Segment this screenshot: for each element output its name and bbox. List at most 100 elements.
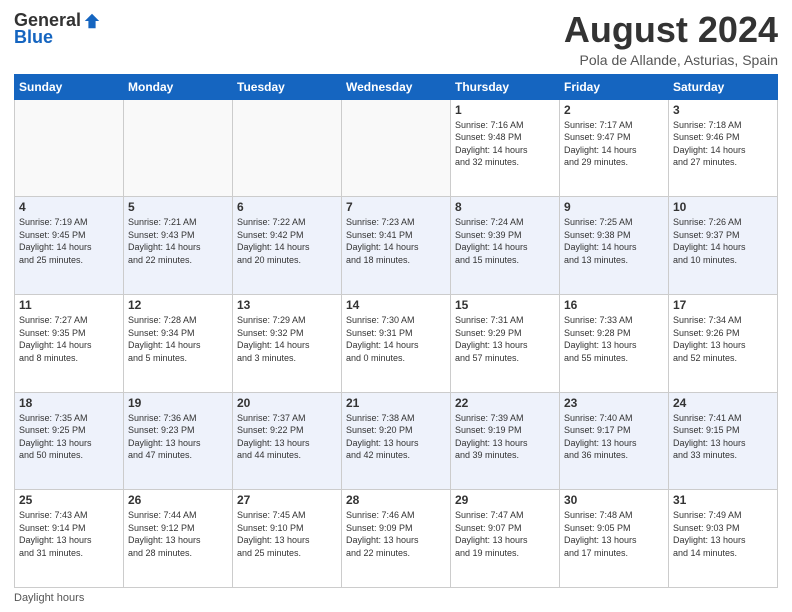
month-year-title: August 2024 — [564, 10, 778, 50]
day-info: Sunrise: 7:34 AM Sunset: 9:26 PM Dayligh… — [673, 314, 773, 364]
day-info: Sunrise: 7:25 AM Sunset: 9:38 PM Dayligh… — [564, 216, 664, 266]
calendar-day-cell: 24 Sunrise: 7:41 AM Sunset: 9:15 PM Dayli… — [669, 392, 778, 490]
day-info: Sunrise: 7:41 AM Sunset: 9:15 PM Dayligh… — [673, 412, 773, 462]
calendar-day-cell: 27Sunrise: 7:45 AM Sunset: 9:10 PM Dayli… — [233, 490, 342, 588]
day-info: Sunrise: 7:18 AM Sunset: 9:46 PM Dayligh… — [673, 119, 773, 169]
calendar-week-row: 11 Sunrise: 7:27 AM Sunset: 9:35 PM Dayli… — [15, 294, 778, 392]
day-number: 3 — [673, 103, 773, 117]
day-number: 21 — [346, 396, 446, 410]
day-info: Sunrise: 7:28 AM Sunset: 9:34 PM Dayligh… — [128, 314, 228, 364]
calendar-day-cell — [15, 99, 124, 197]
day-info: Sunrise: 7:19 AM Sunset: 9:45 PM Dayligh… — [19, 216, 119, 266]
day-number: 12 — [128, 298, 228, 312]
calendar-week-row: 4 Sunrise: 7:19 AM Sunset: 9:45 PM Daylig… — [15, 197, 778, 295]
calendar-day-cell — [233, 99, 342, 197]
calendar-day-cell: 1 Sunrise: 7:16 AM Sunset: 9:48 PM Daylig… — [451, 99, 560, 197]
day-number: 13 — [237, 298, 337, 312]
day-of-week-header: Saturday — [669, 74, 778, 99]
day-info: Sunrise: 7:26 AM Sunset: 9:37 PM Dayligh… — [673, 216, 773, 266]
day-number: 19 — [128, 396, 228, 410]
day-number: 25 — [19, 493, 119, 507]
calendar-day-cell: 3 Sunrise: 7:18 AM Sunset: 9:46 PM Daylig… — [669, 99, 778, 197]
day-number: 24 — [673, 396, 773, 410]
day-info: Sunrise: 7:33 AM Sunset: 9:28 PM Dayligh… — [564, 314, 664, 364]
day-of-week-header: Wednesday — [342, 74, 451, 99]
logo-blue: Blue — [14, 27, 53, 48]
day-info: Sunrise: 7:21 AM Sunset: 9:43 PM Dayligh… — [128, 216, 228, 266]
page: General Blue August 2024 Pola de Allande… — [0, 0, 792, 612]
calendar-header-row: SundayMondayTuesdayWednesdayThursdayFrid… — [15, 74, 778, 99]
day-number: 23 — [564, 396, 664, 410]
day-info: Sunrise: 7:29 AM Sunset: 9:32 PM Dayligh… — [237, 314, 337, 364]
calendar-day-cell: 7Sunrise: 7:23 AM Sunset: 9:41 PM Daylig… — [342, 197, 451, 295]
day-number: 10 — [673, 200, 773, 214]
day-info: Sunrise: 7:39 AM Sunset: 9:19 PM Dayligh… — [455, 412, 555, 462]
day-info: Sunrise: 7:37 AM Sunset: 9:22 PM Dayligh… — [237, 412, 337, 462]
calendar-day-cell: 29 Sunrise: 7:47 AM Sunset: 9:07 PM Dayli… — [451, 490, 560, 588]
day-number: 14 — [346, 298, 446, 312]
day-number: 30 — [564, 493, 664, 507]
day-info: Sunrise: 7:17 AM Sunset: 9:47 PM Dayligh… — [564, 119, 664, 169]
day-number: 31 — [673, 493, 773, 507]
day-number: 17 — [673, 298, 773, 312]
calendar-day-cell: 25 Sunrise: 7:43 AM Sunset: 9:14 PM Dayli… — [15, 490, 124, 588]
day-number: 15 — [455, 298, 555, 312]
calendar-week-row: 1 Sunrise: 7:16 AM Sunset: 9:48 PM Daylig… — [15, 99, 778, 197]
calendar-table: SundayMondayTuesdayWednesdayThursdayFrid… — [14, 74, 778, 588]
day-info: Sunrise: 7:47 AM Sunset: 9:07 PM Dayligh… — [455, 509, 555, 559]
day-number: 18 — [19, 396, 119, 410]
day-info: Sunrise: 7:22 AM Sunset: 9:42 PM Dayligh… — [237, 216, 337, 266]
calendar-day-cell: 2 Sunrise: 7:17 AM Sunset: 9:47 PM Daylig… — [560, 99, 669, 197]
logo: General Blue — [14, 10, 101, 48]
day-number: 4 — [19, 200, 119, 214]
calendar-day-cell: 16Sunrise: 7:33 AM Sunset: 9:28 PM Dayli… — [560, 294, 669, 392]
day-info: Sunrise: 7:27 AM Sunset: 9:35 PM Dayligh… — [19, 314, 119, 364]
calendar-day-cell: 15 Sunrise: 7:31 AM Sunset: 9:29 PM Dayli… — [451, 294, 560, 392]
location-subtitle: Pola de Allande, Asturias, Spain — [564, 52, 778, 68]
day-of-week-header: Friday — [560, 74, 669, 99]
day-info: Sunrise: 7:49 AM Sunset: 9:03 PM Dayligh… — [673, 509, 773, 559]
day-number: 29 — [455, 493, 555, 507]
day-of-week-header: Monday — [124, 74, 233, 99]
calendar-day-cell: 31 Sunrise: 7:49 AM Sunset: 9:03 PM Dayli… — [669, 490, 778, 588]
day-number: 1 — [455, 103, 555, 117]
calendar-day-cell: 5 Sunrise: 7:21 AM Sunset: 9:43 PM Daylig… — [124, 197, 233, 295]
day-number: 5 — [128, 200, 228, 214]
day-of-week-header: Tuesday — [233, 74, 342, 99]
calendar-day-cell: 14 Sunrise: 7:30 AM Sunset: 9:31 PM Dayli… — [342, 294, 451, 392]
day-info: Sunrise: 7:24 AM Sunset: 9:39 PM Dayligh… — [455, 216, 555, 266]
day-number: 20 — [237, 396, 337, 410]
day-of-week-header: Sunday — [15, 74, 124, 99]
calendar-day-cell: 4 Sunrise: 7:19 AM Sunset: 9:45 PM Daylig… — [15, 197, 124, 295]
day-info: Sunrise: 7:40 AM Sunset: 9:17 PM Dayligh… — [564, 412, 664, 462]
calendar-week-row: 25 Sunrise: 7:43 AM Sunset: 9:14 PM Dayli… — [15, 490, 778, 588]
day-info: Sunrise: 7:43 AM Sunset: 9:14 PM Dayligh… — [19, 509, 119, 559]
title-section: August 2024 Pola de Allande, Asturias, S… — [564, 10, 778, 68]
day-number: 11 — [19, 298, 119, 312]
calendar-day-cell: 21Sunrise: 7:38 AM Sunset: 9:20 PM Dayli… — [342, 392, 451, 490]
day-number: 26 — [128, 493, 228, 507]
day-number: 8 — [455, 200, 555, 214]
calendar-week-row: 18Sunrise: 7:35 AM Sunset: 9:25 PM Dayli… — [15, 392, 778, 490]
day-info: Sunrise: 7:30 AM Sunset: 9:31 PM Dayligh… — [346, 314, 446, 364]
calendar-day-cell: 8 Sunrise: 7:24 AM Sunset: 9:39 PM Daylig… — [451, 197, 560, 295]
day-info: Sunrise: 7:44 AM Sunset: 9:12 PM Dayligh… — [128, 509, 228, 559]
calendar-day-cell: 22Sunrise: 7:39 AM Sunset: 9:19 PM Dayli… — [451, 392, 560, 490]
day-number: 2 — [564, 103, 664, 117]
day-info: Sunrise: 7:46 AM Sunset: 9:09 PM Dayligh… — [346, 509, 446, 559]
calendar-day-cell: 19Sunrise: 7:36 AM Sunset: 9:23 PM Dayli… — [124, 392, 233, 490]
calendar-day-cell: 12 Sunrise: 7:28 AM Sunset: 9:34 PM Dayli… — [124, 294, 233, 392]
calendar-day-cell — [342, 99, 451, 197]
day-info: Sunrise: 7:23 AM Sunset: 9:41 PM Dayligh… — [346, 216, 446, 266]
calendar-day-cell: 28Sunrise: 7:46 AM Sunset: 9:09 PM Dayli… — [342, 490, 451, 588]
calendar-day-cell: 30Sunrise: 7:48 AM Sunset: 9:05 PM Dayli… — [560, 490, 669, 588]
day-info: Sunrise: 7:31 AM Sunset: 9:29 PM Dayligh… — [455, 314, 555, 364]
footer: Daylight hours — [14, 588, 778, 604]
calendar-day-cell: 20 Sunrise: 7:37 AM Sunset: 9:22 PM Dayli… — [233, 392, 342, 490]
logo-icon — [83, 12, 101, 30]
day-info: Sunrise: 7:16 AM Sunset: 9:48 PM Dayligh… — [455, 119, 555, 169]
calendar-day-cell: 6Sunrise: 7:22 AM Sunset: 9:42 PM Daylig… — [233, 197, 342, 295]
calendar-day-cell: 17 Sunrise: 7:34 AM Sunset: 9:26 PM Dayli… — [669, 294, 778, 392]
daylight-label: Daylight hours — [14, 592, 84, 604]
calendar-day-cell: 26 Sunrise: 7:44 AM Sunset: 9:12 PM Dayli… — [124, 490, 233, 588]
